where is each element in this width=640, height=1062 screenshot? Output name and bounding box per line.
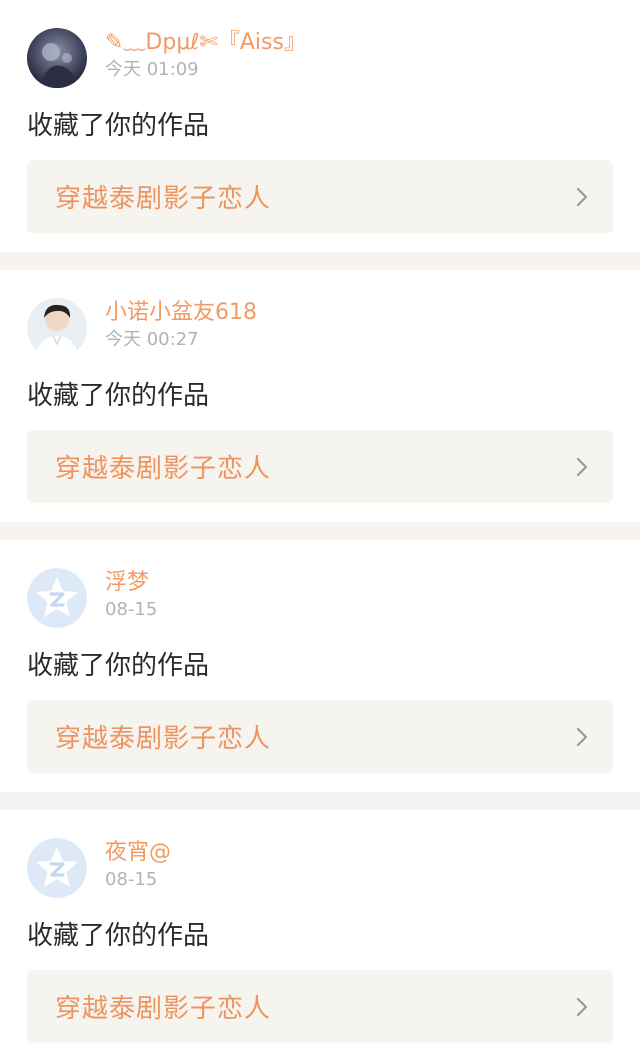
notification-header: 小诺小盆友618 今天 00:27	[27, 298, 613, 358]
notification-item: 浮梦 08-15 收藏了你的作品 穿越泰剧影子恋人	[0, 540, 640, 792]
notification-item: ✎﹏Dpμℓ✄『Aiss』 今天 01:09 收藏了你的作品 穿越泰剧影子恋人	[0, 0, 640, 252]
avatar[interactable]	[27, 568, 87, 628]
timestamp: 08-15	[105, 869, 158, 890]
chevron-right-icon	[576, 457, 588, 476]
username[interactable]: 浮梦	[105, 568, 157, 598]
chevron-right-icon	[576, 187, 588, 206]
chevron-right-icon	[576, 727, 588, 746]
default-avatar-star-icon	[27, 838, 87, 898]
work-link[interactable]: 穿越泰剧影子恋人	[27, 700, 613, 773]
username[interactable]: ✎﹏Dpμℓ✄『Aiss』	[105, 28, 306, 58]
work-title: 穿越泰剧影子恋人	[55, 184, 272, 214]
timestamp: 今天 00:27	[105, 329, 199, 350]
chevron-right-icon	[576, 997, 588, 1016]
work-title: 穿越泰剧影子恋人	[55, 724, 272, 754]
timestamp: 08-15	[105, 599, 158, 620]
separator	[0, 792, 640, 810]
notification-header: 夜宵@ 08-15	[27, 838, 613, 898]
username[interactable]: 小诺小盆友618	[105, 298, 257, 328]
timestamp: 今天 01:09	[105, 59, 199, 80]
avatar[interactable]	[27, 298, 87, 358]
avatar[interactable]	[27, 28, 87, 88]
user-photo-icon	[27, 298, 87, 358]
action-text: 收藏了你的作品	[27, 651, 210, 681]
notification-header: 浮梦 08-15	[27, 568, 613, 628]
action-text: 收藏了你的作品	[27, 381, 210, 411]
notification-feed: ✎﹏Dpμℓ✄『Aiss』 今天 01:09 收藏了你的作品 穿越泰剧影子恋人	[0, 0, 640, 1062]
notification-header: ✎﹏Dpμℓ✄『Aiss』 今天 01:09	[27, 28, 613, 88]
separator	[0, 522, 640, 540]
work-link[interactable]: 穿越泰剧影子恋人	[27, 160, 613, 233]
work-link[interactable]: 穿越泰剧影子恋人	[27, 430, 613, 503]
separator	[0, 252, 640, 270]
user-photo-icon	[27, 28, 87, 88]
action-text: 收藏了你的作品	[27, 921, 210, 951]
notification-item: 小诺小盆友618 今天 00:27 收藏了你的作品 穿越泰剧影子恋人	[0, 270, 640, 522]
avatar[interactable]	[27, 838, 87, 898]
username[interactable]: 夜宵@	[105, 838, 171, 868]
default-avatar-star-icon	[27, 568, 87, 628]
notification-item: 夜宵@ 08-15 收藏了你的作品 穿越泰剧影子恋人	[0, 810, 640, 1062]
work-link[interactable]: 穿越泰剧影子恋人	[27, 970, 613, 1043]
work-title: 穿越泰剧影子恋人	[55, 994, 272, 1024]
work-title: 穿越泰剧影子恋人	[55, 454, 272, 484]
action-text: 收藏了你的作品	[27, 111, 210, 141]
